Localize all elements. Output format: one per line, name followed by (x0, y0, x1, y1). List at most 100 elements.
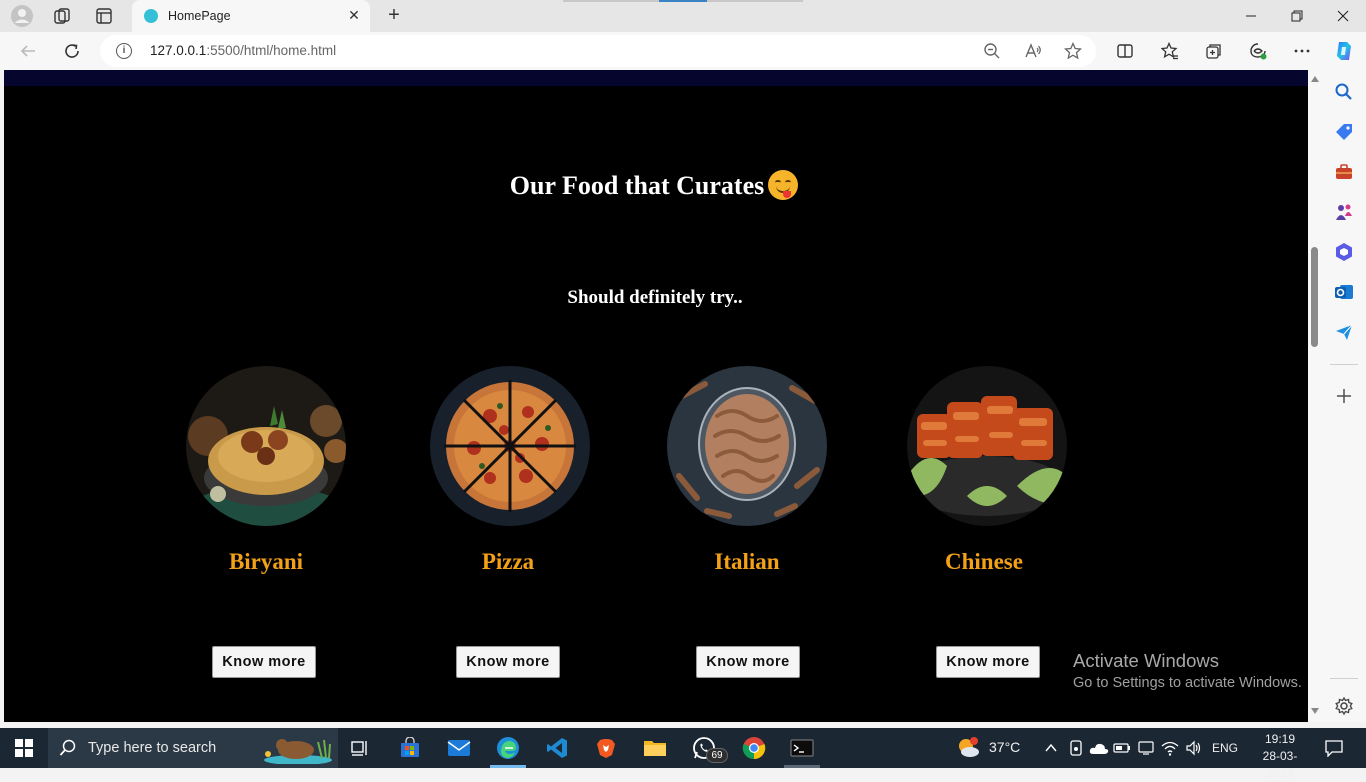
tab-close-icon[interactable]: ✕ (346, 7, 362, 23)
food-name: Biryani (228, 549, 304, 574)
sidebar-microsoft365-icon[interactable] (1334, 242, 1354, 262)
favorite-star-icon[interactable] (1061, 39, 1085, 63)
sidebar-separator (1330, 364, 1358, 365)
edge-sidebar (1322, 70, 1366, 722)
web-page: Our Food that Curates Should definitely … (4, 70, 1308, 722)
sidebar-outlook-icon[interactable] (1334, 282, 1354, 302)
tab-title: HomePage (168, 9, 231, 23)
brave-icon[interactable] (594, 736, 618, 760)
show-hidden-icons-icon[interactable] (1039, 736, 1063, 760)
tab-strip: HomePage ✕ + (0, 0, 1366, 32)
sidebar-settings-icon[interactable] (1334, 696, 1354, 716)
close-window-button[interactable] (1320, 0, 1366, 32)
chrome-icon[interactable] (742, 736, 766, 760)
notifications-icon[interactable] (1322, 736, 1346, 760)
page-title: Our Food that Curates (4, 170, 1304, 201)
biryani-image (186, 366, 346, 526)
chinese-image (907, 366, 1067, 526)
food-card-italian: Italian Know more (647, 366, 847, 686)
profile-icon[interactable] (10, 4, 34, 28)
sidebar-tools-icon[interactable] (1334, 162, 1354, 182)
search-highlight-capybara-icon (260, 732, 336, 764)
collections-icon[interactable] (1202, 39, 1226, 63)
new-tab-button[interactable]: + (382, 4, 406, 28)
back-icon[interactable] (16, 39, 40, 63)
edge-taskbar-icon[interactable] (496, 736, 520, 760)
task-view-icon[interactable] (348, 736, 372, 760)
browser-toolbar: i 127.0.0.1:5500/html/home.html (0, 32, 1366, 70)
wifi-icon[interactable] (1158, 736, 1182, 760)
tab-strip-indicator-active (659, 0, 707, 2)
zoom-icon[interactable] (980, 39, 1004, 63)
watermark-subtitle: Go to Settings to activate Windows. (1073, 675, 1302, 691)
url-path: :5500/html/home.html (206, 43, 337, 58)
pizza-image (430, 366, 590, 526)
tab-homepage[interactable]: HomePage ✕ (132, 0, 370, 32)
tab-strip-indicator (707, 0, 803, 2)
weather-temp[interactable]: 37°C (989, 739, 1020, 755)
minimize-button[interactable] (1228, 0, 1274, 32)
search-icon (56, 736, 80, 760)
volume-icon[interactable] (1182, 736, 1206, 760)
know-more-button[interactable]: Know more (936, 646, 1040, 678)
taskbar-search[interactable]: Type here to search (48, 728, 338, 768)
browser-essentials-icon[interactable] (1246, 39, 1270, 63)
sidebar-search-icon[interactable] (1334, 82, 1354, 102)
vscode-icon[interactable] (545, 736, 569, 760)
clock-date: 28-03-2024 (1262, 749, 1298, 780)
site-info-icon[interactable]: i (116, 43, 132, 59)
address-text[interactable]: 127.0.0.1:5500/html/home.html (150, 43, 336, 58)
start-windows-icon[interactable] (12, 736, 36, 760)
food-card-biryani: Biryani Know more (166, 366, 366, 686)
display-icon[interactable] (1134, 736, 1158, 760)
restore-button[interactable] (1274, 0, 1320, 32)
sidebar-add-icon[interactable] (1334, 386, 1354, 406)
whatsapp-badge: 69 (706, 748, 728, 763)
mail-icon[interactable] (447, 736, 471, 760)
sidebar-drop-icon[interactable] (1334, 322, 1354, 342)
onedrive-icon[interactable] (1087, 736, 1111, 760)
refresh-icon[interactable] (60, 39, 84, 63)
windows-taskbar: Type here to search 69 37°C ENG 19:19 28… (0, 728, 1366, 780)
address-bar[interactable]: i 127.0.0.1:5500/html/home.html (100, 35, 1096, 67)
microsoft-store-icon[interactable] (398, 736, 422, 760)
know-more-button[interactable]: Know more (456, 646, 560, 678)
italian-image (667, 366, 827, 526)
food-card-chinese: Chinese Know more (884, 366, 1084, 686)
more-options-icon[interactable] (1290, 39, 1314, 63)
tab-actions-icon[interactable] (92, 4, 116, 28)
page-scrollbar[interactable] (1308, 70, 1322, 722)
food-card-pizza: Pizza Know more (408, 366, 608, 686)
clock-time: 19:19 (1264, 732, 1296, 746)
scroll-thumb[interactable] (1311, 247, 1318, 347)
activate-windows-watermark: Activate Windows Go to Settings to activ… (1073, 650, 1302, 691)
tab-strip-indicator (563, 0, 659, 2)
page-title-text: Our Food that Curates (509, 171, 765, 200)
favorites-icon[interactable] (1158, 39, 1182, 63)
yum-emoji-icon (768, 170, 799, 200)
sidebar-games-icon[interactable] (1334, 202, 1354, 222)
tab-favicon-icon (144, 9, 158, 23)
workspaces-icon[interactable] (50, 4, 74, 28)
split-screen-icon[interactable] (1113, 39, 1137, 63)
tray-device-icon[interactable] (1064, 736, 1088, 760)
language-indicator[interactable]: ENG (1212, 741, 1238, 755)
food-name: Italian (714, 549, 780, 574)
search-placeholder: Type here to search (88, 740, 217, 756)
sidebar-shopping-icon[interactable] (1334, 122, 1354, 142)
watermark-title: Activate Windows (1073, 650, 1219, 671)
page-navbar-edge (4, 70, 1308, 86)
read-aloud-icon[interactable] (1021, 39, 1045, 63)
terminal-icon[interactable] (790, 736, 814, 760)
scroll-down-arrow-icon[interactable] (1311, 708, 1319, 714)
clock[interactable]: 19:19 28-03-2024 (1250, 731, 1310, 782)
file-explorer-icon[interactable] (643, 736, 667, 760)
scroll-up-arrow-icon[interactable] (1311, 76, 1319, 82)
sidebar-separator (1330, 678, 1358, 679)
know-more-button[interactable]: Know more (212, 646, 316, 678)
battery-icon[interactable] (1110, 736, 1134, 760)
copilot-icon[interactable] (1332, 39, 1356, 63)
know-more-button[interactable]: Know more (696, 646, 800, 678)
weather-icon[interactable] (956, 736, 980, 760)
url-host: 127.0.0.1 (150, 43, 207, 58)
